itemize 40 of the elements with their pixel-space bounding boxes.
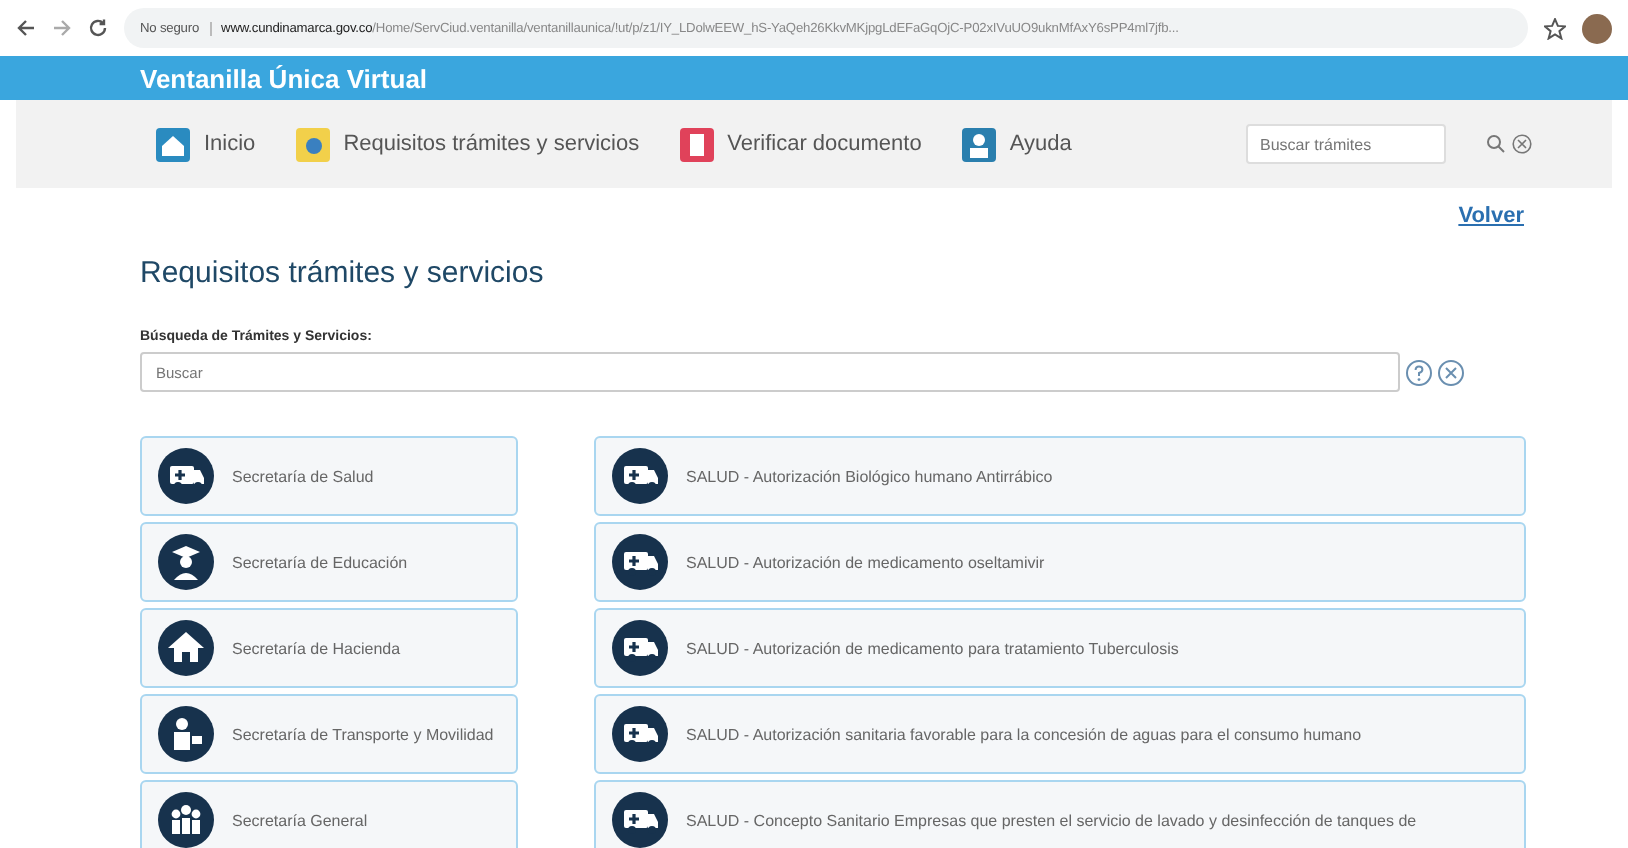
procedure-card[interactable]: SALUD - Autorización sanitaria favorable para la concesión de aguas para el consumo humano: [594, 694, 1526, 774]
reload-icon[interactable]: [88, 18, 108, 38]
graduate-icon: [158, 534, 214, 590]
nav-link[interactable]: Requisitos trámites y servicios: [295, 127, 640, 161]
nav-link[interactable]: Inicio: [156, 127, 256, 161]
ambulance-icon: [158, 448, 214, 504]
back-link[interactable]: Volver: [1458, 204, 1524, 228]
home-icon: [156, 127, 190, 161]
search-field[interactable]: Buscar trámites: [1246, 124, 1446, 164]
department-card[interactable]: Secretaría de Transporte y Movilidad: [140, 694, 518, 774]
avatar-icon[interactable]: [1582, 13, 1612, 43]
document-icon: [679, 127, 714, 161]
clear-icon[interactable]: [1438, 359, 1464, 385]
department-card[interactable]: Secretaría General: [140, 780, 518, 848]
back-icon[interactable]: [16, 18, 36, 38]
department-card[interactable]: Secretaría de Salud: [140, 436, 518, 516]
nav-link[interactable]: Verificar documento: [679, 127, 922, 161]
procedure-card[interactable]: SALUD - Autorización de medicamento oseltamivir: [594, 522, 1526, 602]
department-card[interactable]: Secretaría de Educación: [140, 522, 518, 602]
forward-icon[interactable]: [52, 18, 72, 38]
ambulance-icon: [612, 448, 668, 504]
procedure-card[interactable]: SALUD - Autorización de medicamento para tratamiento Tuberculosis: [594, 608, 1526, 688]
page-title: Requisitos trámites y servicios: [140, 256, 546, 290]
ambulance-icon: [612, 792, 668, 848]
site-title: Ventanilla Única Virtual: [140, 63, 428, 93]
department-card[interactable]: Secretaría de Hacienda: [140, 608, 518, 688]
ambulance-icon: [612, 706, 668, 762]
house-icon: [158, 620, 214, 676]
people-icon: [158, 792, 214, 848]
search-icon[interactable]: [1486, 134, 1506, 154]
star-icon[interactable]: [1544, 17, 1566, 39]
person-icon: [158, 706, 214, 762]
ambulance-icon: [612, 534, 668, 590]
procedure-card[interactable]: SALUD - Autorización Biológico humano Antirrábico: [594, 436, 1526, 516]
person-icon: [961, 127, 996, 161]
clear-icon[interactable]: [1512, 134, 1532, 154]
procedure-card[interactable]: SALUD - Concepto Sanitario Empresas que presten el servicio de lavado y desinfección de tanques de: [594, 780, 1526, 848]
help-icon[interactable]: [1406, 359, 1432, 385]
nav-link[interactable]: Ayuda: [961, 127, 1072, 161]
ambulance-icon: [612, 620, 668, 676]
